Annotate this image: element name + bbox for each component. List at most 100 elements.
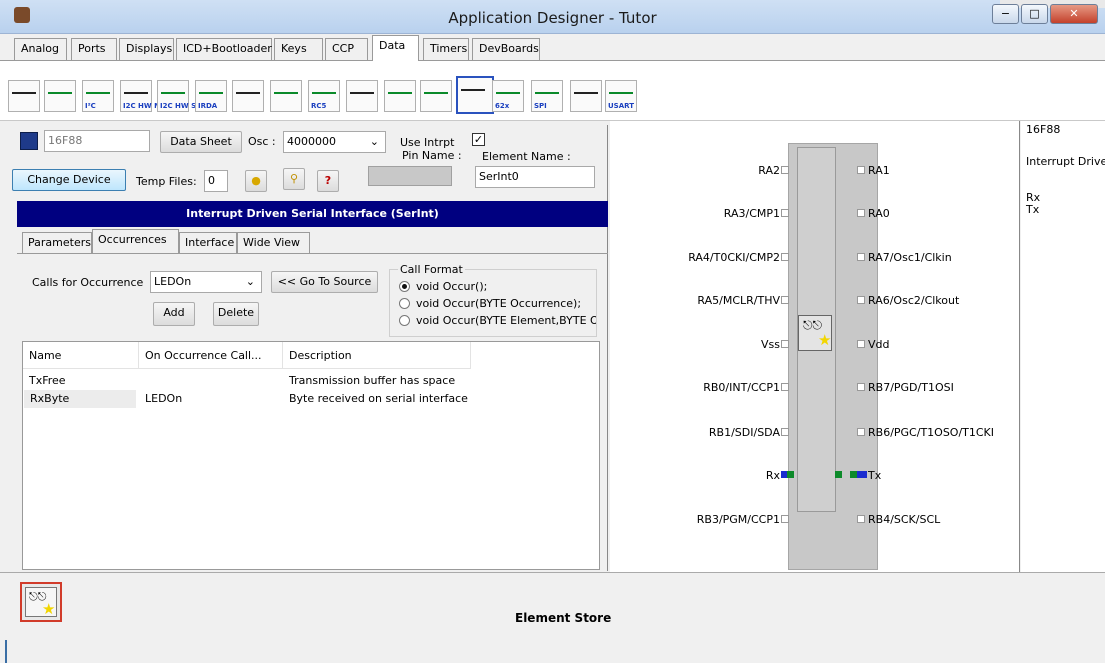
serial-62x-icon[interactable]: 62x xyxy=(492,80,524,112)
subtab-wide-view[interactable]: Wide View xyxy=(237,232,310,253)
i2c-icon[interactable]: I²C xyxy=(82,80,114,112)
spi-icon[interactable]: SPI xyxy=(531,80,563,112)
pin-connector[interactable] xyxy=(781,166,789,174)
irda-icon[interactable]: IRDA xyxy=(195,80,227,112)
minimize-button[interactable]: − xyxy=(992,4,1019,24)
row-name: RxByte xyxy=(24,390,136,408)
datasheet-button[interactable]: Data Sheet xyxy=(160,131,242,153)
tab-analog[interactable]: Analog xyxy=(14,38,67,60)
pin-name-field[interactable] xyxy=(368,166,452,186)
pin-connector[interactable] xyxy=(781,253,789,261)
format-radio-2[interactable] xyxy=(399,298,410,309)
wave-glyph xyxy=(86,84,110,94)
store-item-serint[interactable]: ⎋⎋ ★ xyxy=(20,582,62,622)
calls-label: Calls for Occurrence xyxy=(32,276,144,289)
temp-files-label: Temp Files: xyxy=(136,175,197,188)
pin-connector[interactable] xyxy=(781,296,789,304)
table-row[interactable]: RxByte LEDOn Byte received on serial int… xyxy=(23,390,599,409)
maximize-button[interactable]: □ xyxy=(1021,4,1048,24)
subtab-interface[interactable]: Interface xyxy=(179,232,237,253)
pin-connector[interactable] xyxy=(857,383,865,391)
lin-star-icon[interactable] xyxy=(232,80,264,112)
table-row[interactable]: TxFree Transmission buffer has space xyxy=(23,372,599,390)
pin-label-right: RB4/SCK/SCL xyxy=(868,513,941,526)
goto-source-button[interactable]: << Go To Source xyxy=(271,271,378,293)
i2c-hw-master-icon[interactable]: I2C HW Master xyxy=(120,80,181,112)
serial-int-icon[interactable] xyxy=(456,76,494,114)
pin-connector[interactable] xyxy=(857,340,865,348)
wave-glyph xyxy=(350,84,374,94)
pin-connector[interactable] xyxy=(781,340,789,348)
pin-label-right: RA6/Osc2/Clkout xyxy=(868,294,960,307)
probe-icon[interactable] xyxy=(8,80,40,112)
tab-data[interactable]: Data xyxy=(372,35,419,61)
close-button[interactable]: ✕ xyxy=(1050,4,1098,24)
key-icon[interactable]: ⚲ xyxy=(283,168,305,190)
tab-ccp[interactable]: CCP xyxy=(325,38,368,60)
temp-files-field[interactable]: 0 xyxy=(204,170,228,192)
wave-glyph xyxy=(388,84,412,94)
dallas-icon[interactable] xyxy=(270,80,302,112)
subtab-divider xyxy=(17,253,608,254)
pin-connector[interactable] xyxy=(857,515,865,523)
occurrence-table: Name On Occurrence Call... Description T… xyxy=(22,341,600,570)
osc-value: 4000000 xyxy=(287,135,336,148)
delete-button[interactable]: Delete xyxy=(213,302,259,326)
i2c-hw-slave-icon[interactable]: I2C HW Slave xyxy=(157,80,213,112)
pin-label-right: RB7/PGD/T1OSI xyxy=(868,381,954,394)
pin-connector[interactable] xyxy=(781,209,789,217)
tab-displays[interactable]: Displays xyxy=(119,38,174,60)
use-intrpt-label: Use Intrpt xyxy=(400,136,455,149)
pin-connector[interactable] xyxy=(857,166,865,174)
tab-ports[interactable]: Ports xyxy=(71,38,117,60)
pin-connector[interactable] xyxy=(781,515,789,523)
serial-icon[interactable] xyxy=(420,80,452,112)
tab-keys[interactable]: Keys xyxy=(274,38,323,60)
subtab-occurrences[interactable]: Occurrences xyxy=(92,229,179,254)
format-radio-1[interactable] xyxy=(399,281,410,292)
panel-title: Interrupt Driven Serial Interface (SerIn… xyxy=(17,201,608,227)
soft-serial-icon[interactable] xyxy=(570,80,602,112)
help-code-icon[interactable]: ? xyxy=(317,170,339,192)
pin-connector[interactable] xyxy=(857,428,865,436)
row-name: TxFree xyxy=(29,374,66,387)
pin-connector[interactable] xyxy=(781,383,789,391)
rx-link-left xyxy=(787,471,794,478)
device-name-field[interactable]: 16F88 xyxy=(44,130,150,152)
chip-icon[interactable] xyxy=(20,132,38,150)
pin-connector[interactable] xyxy=(781,428,789,436)
pin-connector[interactable] xyxy=(857,471,867,478)
rc5-icon[interactable]: RC5 xyxy=(308,80,340,112)
subtab-parameters[interactable]: Parameters xyxy=(22,232,92,253)
tab-icd-bootloader[interactable]: ICD+Bootloader xyxy=(176,38,272,60)
pin-connector[interactable] xyxy=(857,296,865,304)
occurrence-value: LEDOn xyxy=(154,275,192,288)
one-wire-icon[interactable] xyxy=(346,80,378,112)
wave-glyph xyxy=(574,84,598,94)
pin-connector[interactable] xyxy=(857,253,865,261)
wave-glyph xyxy=(535,84,559,94)
col-header-desc[interactable]: Description xyxy=(283,342,471,369)
row-call xyxy=(139,372,145,390)
tab-devboards[interactable]: DevBoards xyxy=(472,38,540,60)
lightbulb-icon[interactable]: ● xyxy=(245,170,267,192)
change-device-button[interactable]: Change Device xyxy=(12,169,126,191)
occurrence-select[interactable]: LEDOn ⌄ xyxy=(150,271,262,293)
eeprom-icon[interactable] xyxy=(44,80,76,112)
add-button[interactable]: Add xyxy=(153,302,195,326)
serial-int-element[interactable]: ⎋⎋ ★ xyxy=(798,315,832,351)
pin-connector[interactable] xyxy=(857,209,865,217)
tab-timers[interactable]: Timers xyxy=(423,38,469,60)
usart-icon[interactable]: USART xyxy=(605,80,637,112)
toolbar-icon-label: RC5 xyxy=(311,102,327,110)
osc-select[interactable]: 4000000 ⌄ xyxy=(283,131,386,153)
col-header-name[interactable]: Name xyxy=(23,342,139,369)
pin-label-left: RA4/T0CKI/CMP2 xyxy=(688,251,780,264)
use-intrpt-checkbox[interactable]: ✓ xyxy=(472,133,485,146)
format-radio-3[interactable] xyxy=(399,315,410,326)
col-header-call[interactable]: On Occurrence Call... xyxy=(139,342,283,369)
element-name-field[interactable]: SerInt0 xyxy=(475,166,595,188)
manchester-icon[interactable] xyxy=(384,80,416,112)
pin-label-right: RB6/PGC/T1OSO/T1CKI xyxy=(868,426,995,439)
wave-glyph xyxy=(312,84,336,94)
